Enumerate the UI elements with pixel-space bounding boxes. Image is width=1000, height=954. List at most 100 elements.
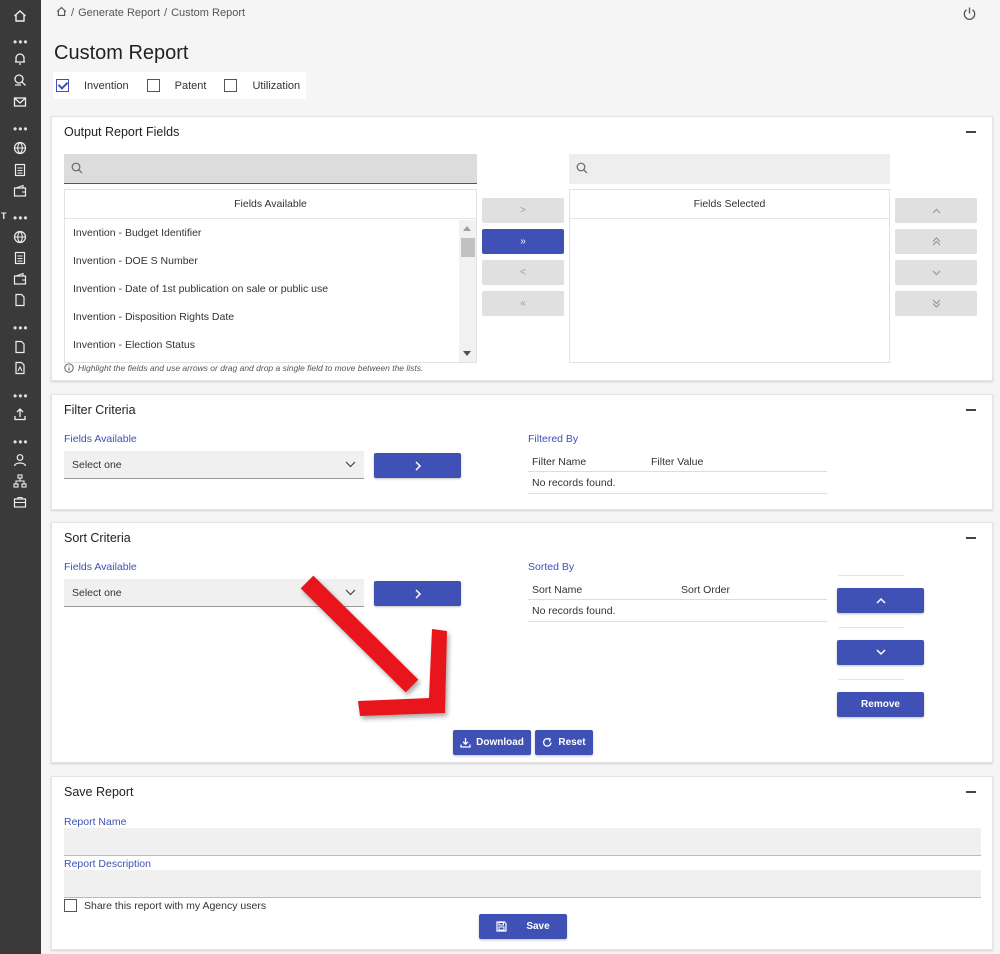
collapse-icon[interactable] xyxy=(966,791,976,793)
breadcrumb-separator: / xyxy=(71,7,75,19)
chevron-up-icon xyxy=(875,597,886,604)
sort-move-down-button[interactable] xyxy=(837,640,924,665)
move-all-left-button[interactable]: « xyxy=(482,291,564,316)
sort-field-select[interactable]: Select one xyxy=(64,579,364,607)
report-name-label: Report Name xyxy=(64,816,127,828)
move-all-right-button[interactable]: » xyxy=(482,229,564,254)
search-icon xyxy=(576,162,588,174)
patent-checkbox[interactable] xyxy=(146,79,160,92)
user-icon[interactable] xyxy=(12,452,28,468)
chevron-down-icon xyxy=(932,270,940,275)
empty-row: No records found. xyxy=(528,600,827,622)
floppy-disk-icon xyxy=(496,921,507,932)
hint-text: Highlight the fields and use arrows or d… xyxy=(78,363,424,373)
mail-icon[interactable] xyxy=(12,94,28,110)
available-search-input[interactable] xyxy=(64,154,477,184)
list-item[interactable]: Invention - Disposition Rights Date xyxy=(65,303,476,331)
sorted-by-label: Sorted By xyxy=(528,561,575,573)
chevron-right-icon xyxy=(414,460,421,471)
document-list-icon[interactable] xyxy=(12,162,28,178)
globe-icon[interactable] xyxy=(12,140,28,156)
move-top-button[interactable] xyxy=(895,229,977,254)
wallet-icon[interactable] xyxy=(12,183,28,199)
globe-icon[interactable] xyxy=(12,229,28,245)
scroll-thumb[interactable] xyxy=(461,238,475,257)
add-sort-button[interactable] xyxy=(374,581,461,606)
remove-sort-button[interactable]: Remove xyxy=(837,692,924,717)
move-selected-left-button[interactable]: < xyxy=(482,260,564,285)
list-item[interactable]: Invention - DOE S Number xyxy=(65,247,476,275)
add-filter-button[interactable] xyxy=(374,453,461,478)
reset-button[interactable]: Reset xyxy=(535,730,593,755)
chevron-down-icon xyxy=(875,649,886,656)
move-down-button[interactable] xyxy=(895,260,977,285)
upload-icon[interactable] xyxy=(12,406,28,422)
scroll-up-icon[interactable] xyxy=(463,226,471,231)
panel-title: Output Report Fields xyxy=(64,125,180,139)
col-filter-name: Filter Name xyxy=(532,456,587,468)
page-title: Custom Report xyxy=(54,42,189,64)
move-up-button[interactable] xyxy=(895,198,977,223)
collapse-icon[interactable] xyxy=(966,537,976,539)
collapse-icon[interactable] xyxy=(966,131,976,133)
breadcrumb-custom-report: Custom Report xyxy=(171,7,246,19)
org-chart-icon[interactable] xyxy=(12,473,28,489)
save-button[interactable]: Save xyxy=(479,914,567,939)
divider xyxy=(838,627,904,628)
filtered-by-label: Filtered By xyxy=(528,433,579,445)
selected-search-input[interactable] xyxy=(569,154,890,184)
divider xyxy=(838,575,904,576)
breadcrumb-generate-report[interactable]: Generate Report xyxy=(78,7,160,19)
save-label: Save xyxy=(526,921,550,932)
share-label: Share this report with my Agency users xyxy=(84,899,267,912)
move-selected-right-button[interactable]: > xyxy=(482,198,564,223)
wallet-icon[interactable] xyxy=(12,271,28,287)
output-fields-panel: Output Report Fields Fields Available In… xyxy=(51,116,993,381)
type-invention[interactable]: Invention xyxy=(56,79,147,92)
collapse-icon[interactable] xyxy=(966,409,976,411)
home-icon[interactable] xyxy=(56,6,67,20)
invention-checkbox[interactable] xyxy=(56,79,69,92)
share-option[interactable]: Share this report with my Agency users xyxy=(64,899,266,912)
filter-field-select[interactable]: Select one xyxy=(64,451,364,479)
move-bottom-button[interactable] xyxy=(895,291,977,316)
power-icon[interactable] xyxy=(962,6,978,22)
fields-selected-list[interactable]: Fields Selected xyxy=(569,189,890,363)
list-item[interactable]: Invention - Election Status xyxy=(65,331,476,359)
fields-available-list[interactable]: Fields Available Invention - Budget Iden… xyxy=(64,189,477,363)
scrollbar[interactable] xyxy=(459,220,476,362)
more-dots-icon: ••• xyxy=(13,211,29,225)
utilization-checkbox[interactable] xyxy=(224,79,238,92)
sort-move-up-button[interactable] xyxy=(837,588,924,613)
file-icon[interactable] xyxy=(12,292,28,308)
list-header: Fields Available xyxy=(65,190,476,219)
document-list-icon[interactable] xyxy=(12,250,28,266)
share-checkbox[interactable] xyxy=(64,899,77,912)
report-description-input[interactable] xyxy=(64,870,981,898)
chevron-up-icon xyxy=(932,208,940,213)
chevron-down-icon xyxy=(345,589,356,596)
list-item[interactable]: Invention - Budget Identifier xyxy=(65,219,476,247)
reset-label: Reset xyxy=(558,737,586,748)
search-chat-icon[interactable] xyxy=(12,72,28,88)
briefcase-icon[interactable] xyxy=(12,494,28,510)
type-patent[interactable]: Patent xyxy=(146,79,225,92)
pdf-icon[interactable] xyxy=(12,360,28,376)
download-button[interactable]: Download xyxy=(453,730,531,755)
download-label: Download xyxy=(476,737,524,748)
file-icon[interactable] xyxy=(12,339,28,355)
sort-table: Sort Name Sort Order No records found. xyxy=(528,580,827,622)
type-utilization[interactable]: Utilization xyxy=(224,79,300,92)
filter-table: Filter Name Filter Value No records foun… xyxy=(528,452,827,494)
list-item[interactable]: Invention - Date of 1st publication on s… xyxy=(65,275,476,303)
report-description-label: Report Description xyxy=(64,858,151,870)
report-name-input[interactable] xyxy=(64,828,981,856)
search-icon xyxy=(71,162,83,174)
select-value: Select one xyxy=(72,459,122,471)
home-icon[interactable] xyxy=(12,8,28,24)
bell-icon[interactable] xyxy=(12,51,28,67)
scroll-down-icon[interactable] xyxy=(463,351,471,356)
table-header: Filter Name Filter Value xyxy=(528,452,827,472)
report-type-selector: Invention Patent Utilization xyxy=(53,72,307,99)
output-fields-hint: Highlight the fields and use arrows or d… xyxy=(64,363,423,373)
